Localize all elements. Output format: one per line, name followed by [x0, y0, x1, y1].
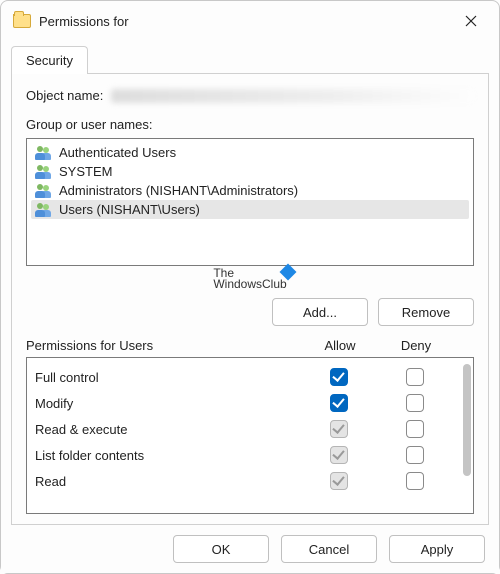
permissions-header: Permissions for Users Allow Deny	[26, 338, 474, 353]
watermark-text: The WindowsClub	[213, 268, 286, 290]
watermark: The WindowsClub	[26, 268, 474, 290]
group-item-label: SYSTEM	[59, 164, 112, 179]
group-item-label: Authenticated Users	[59, 145, 176, 160]
object-name-row: Object name:	[26, 88, 474, 103]
users-icon	[35, 146, 53, 160]
permission-label: Read & execute	[35, 422, 301, 437]
users-icon	[35, 203, 53, 217]
permission-label: Read	[35, 474, 301, 489]
group-item[interactable]: SYSTEM	[31, 162, 469, 181]
permission-row: List folder contents	[35, 442, 469, 468]
scrollbar[interactable]	[463, 364, 471, 507]
deny-checkbox[interactable]	[406, 420, 424, 438]
permission-row: Read & execute	[35, 416, 469, 442]
tab-security[interactable]: Security	[11, 46, 88, 74]
dialog-footer: OK Cancel Apply	[1, 525, 499, 573]
object-name-label: Object name:	[26, 88, 103, 103]
apply-button[interactable]: Apply	[389, 535, 485, 563]
permissions-listbox[interactable]: Full control Modify Read & execute List fol…	[26, 357, 474, 514]
permission-label: Full control	[35, 370, 301, 385]
permission-label: List folder contents	[35, 448, 301, 463]
permission-row: Full control	[35, 364, 469, 390]
group-item[interactable]: Users (NISHANT\Users)	[31, 200, 469, 219]
cancel-button[interactable]: Cancel	[281, 535, 377, 563]
allow-column-header: Allow	[302, 338, 378, 353]
permission-row: Read	[35, 468, 469, 494]
allow-checkbox[interactable]	[330, 472, 348, 490]
users-icon	[35, 165, 53, 179]
folder-icon	[13, 14, 31, 28]
deny-checkbox[interactable]	[406, 394, 424, 412]
deny-column-header: Deny	[378, 338, 454, 353]
permission-row: Modify	[35, 390, 469, 416]
group-item[interactable]: Authenticated Users	[31, 143, 469, 162]
scrollbar-thumb[interactable]	[463, 364, 471, 476]
add-button[interactable]: Add...	[272, 298, 368, 326]
close-icon	[465, 15, 477, 27]
permissions-title: Permissions for Users	[26, 338, 302, 353]
tab-strip: Security	[11, 45, 489, 74]
object-name-value	[111, 89, 474, 103]
remove-button[interactable]: Remove	[378, 298, 474, 326]
allow-checkbox[interactable]	[330, 420, 348, 438]
ok-button[interactable]: OK	[173, 535, 269, 563]
security-panel: Object name: Group or user names: Authen…	[11, 74, 489, 525]
group-item-label: Administrators (NISHANT\Administrators)	[59, 183, 298, 198]
group-item[interactable]: Administrators (NISHANT\Administrators)	[31, 181, 469, 200]
titlebar: Permissions for	[1, 1, 499, 41]
groups-label: Group or user names:	[26, 117, 474, 132]
permission-label: Modify	[35, 396, 301, 411]
deny-checkbox[interactable]	[406, 446, 424, 464]
deny-checkbox[interactable]	[406, 368, 424, 386]
groups-listbox[interactable]: Authenticated Users SYSTEM Administrators …	[26, 138, 474, 266]
close-button[interactable]	[449, 5, 493, 37]
group-item-label: Users (NISHANT\Users)	[59, 202, 200, 217]
allow-checkbox[interactable]	[330, 368, 348, 386]
allow-checkbox[interactable]	[330, 394, 348, 412]
window-title-prefix: Permissions for	[39, 14, 129, 29]
allow-checkbox[interactable]	[330, 446, 348, 464]
deny-checkbox[interactable]	[406, 472, 424, 490]
users-icon	[35, 184, 53, 198]
